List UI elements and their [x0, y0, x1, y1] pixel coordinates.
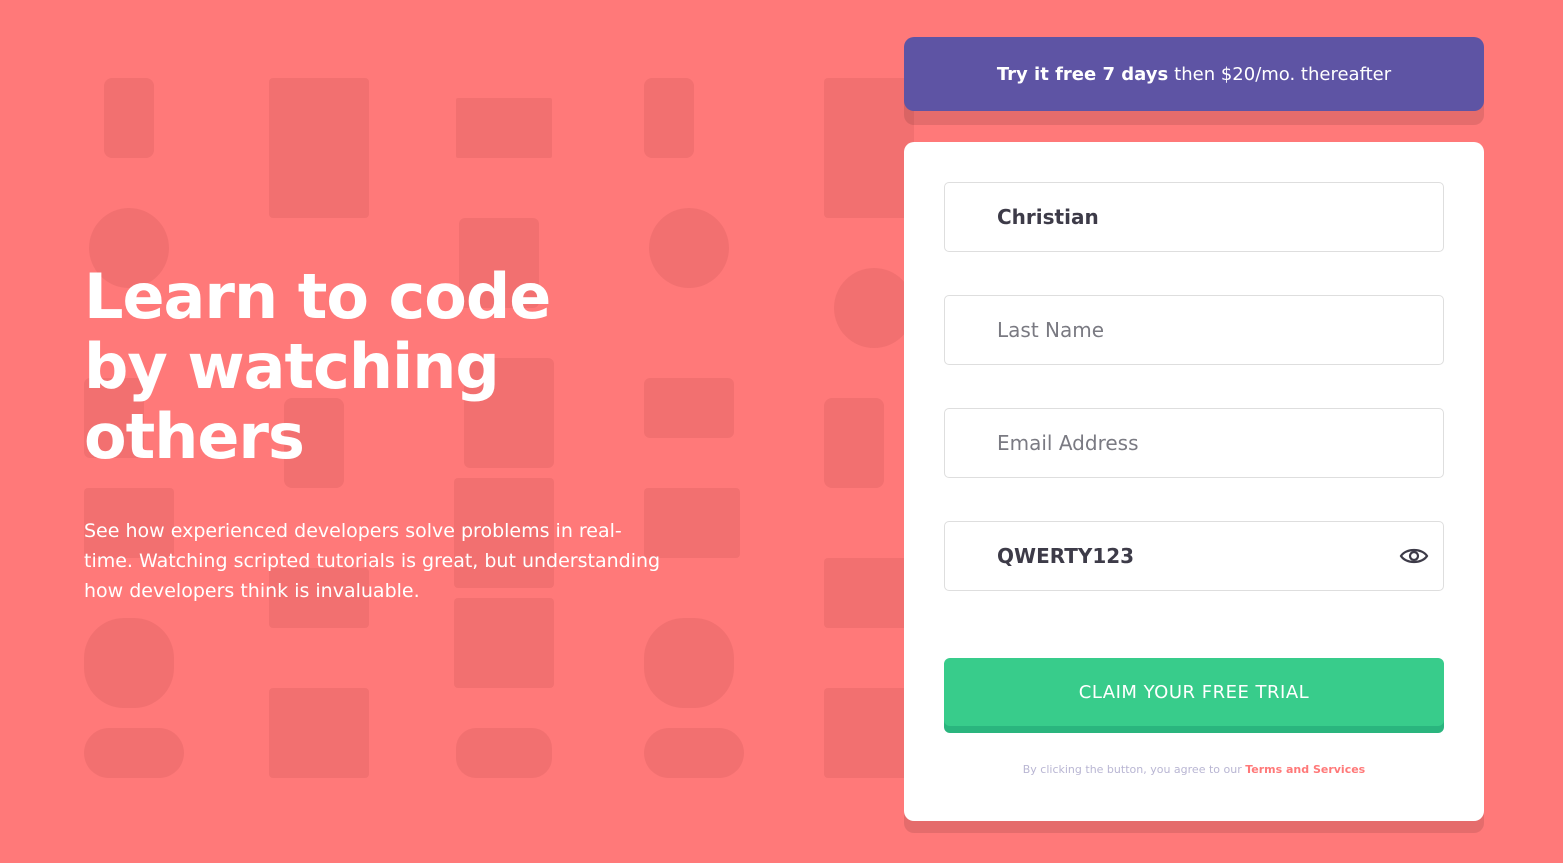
- promo-banner: Try it free 7 days then $20/mo. thereaft…: [904, 37, 1484, 111]
- eye-icon[interactable]: [1399, 546, 1429, 566]
- promo-bold-text: Try it free 7 days: [996, 63, 1169, 85]
- magnet-icon: [644, 78, 694, 158]
- claim-free-trial-button[interactable]: CLAIM YOUR FREE TRIAL: [944, 658, 1444, 726]
- magnet-icon: [104, 78, 154, 158]
- browser-window-icon: [824, 78, 914, 218]
- globe-icon: [644, 728, 744, 778]
- cart-icon: [269, 688, 369, 778]
- password-field[interactable]: QWERTY123: [944, 521, 1444, 591]
- hero-description: See how experienced developers solve pro…: [84, 520, 661, 602]
- chat-icon: [824, 558, 914, 628]
- terms-prefix: By clicking the button, you agree to our: [1022, 763, 1242, 776]
- signup-form: Christian Last Name Email Address QWERTY…: [904, 142, 1484, 821]
- first-name-field[interactable]: Christian: [944, 182, 1444, 252]
- promo-banner-container: Try it free 7 days then $20/mo. thereaft…: [904, 37, 1484, 125]
- promo-text: then $20/mo. thereafter: [1174, 63, 1392, 85]
- submit-button-container: CLAIM YOUR FREE TRIAL: [944, 658, 1444, 733]
- magnet-icon: [824, 398, 884, 488]
- rocket-icon: [84, 618, 174, 708]
- hero-title: Learn to code by watching others: [84, 260, 551, 473]
- network-icon: [834, 268, 914, 348]
- last-name-field[interactable]: Last Name: [944, 295, 1444, 365]
- hero-section: Learn to code by watching others See how…: [84, 262, 724, 606]
- globe-icon: [84, 728, 184, 778]
- terms-notice: By clicking the button, you agree to our…: [904, 763, 1484, 776]
- password-value: QWERTY123: [997, 544, 1135, 568]
- rocket-icon: [644, 618, 734, 708]
- email-field[interactable]: Email Address: [944, 408, 1444, 478]
- key-icon: [456, 728, 552, 778]
- bar-chart-icon: [456, 98, 552, 158]
- cart-icon: [824, 688, 914, 778]
- terms-link[interactable]: Terms and Services: [1245, 763, 1365, 776]
- search-window-icon: [454, 598, 554, 688]
- browser-window-icon: [269, 78, 369, 218]
